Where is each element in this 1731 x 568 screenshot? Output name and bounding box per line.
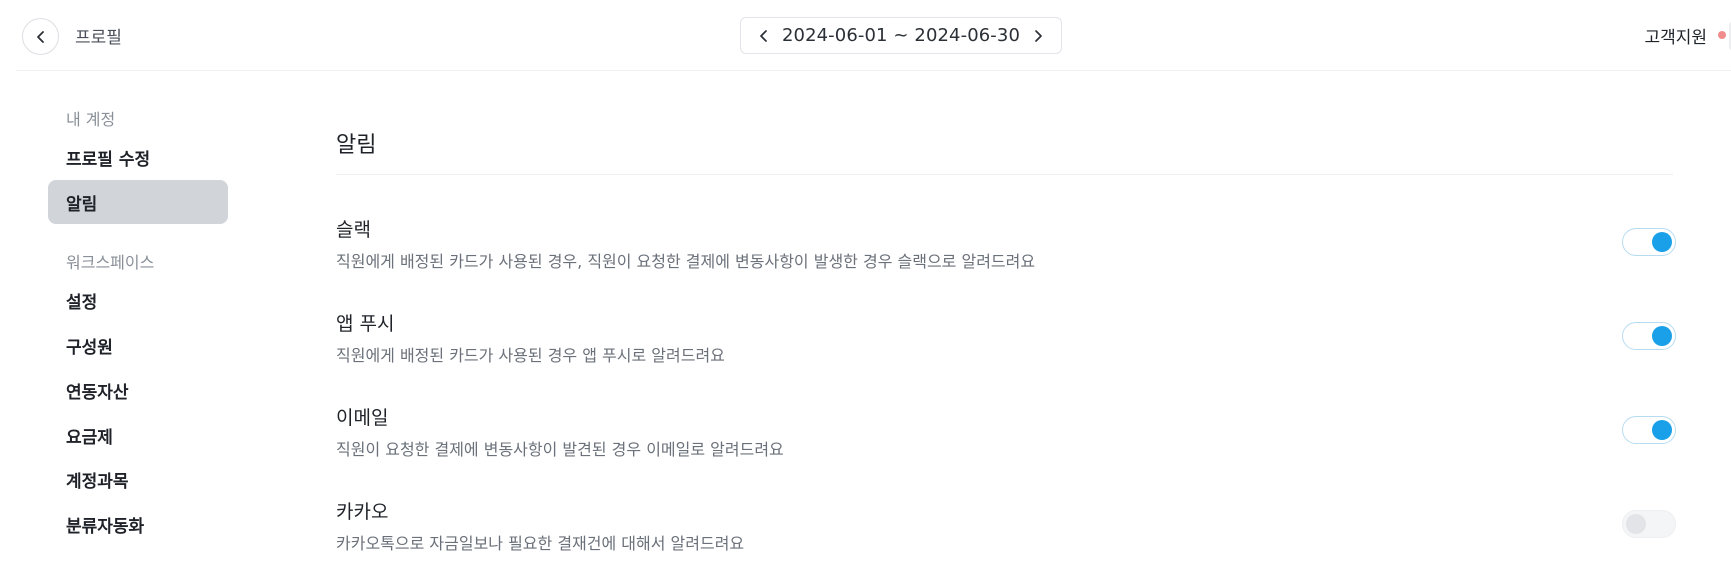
chevron-left-icon: [760, 29, 767, 42]
sidebar-item-settings[interactable]: 설정: [48, 278, 228, 322]
sidebar-group-workspace: 워크스페이스: [66, 253, 155, 272]
setting-row-kakao: 카카오 카카오톡으로 자금일보나 필요한 결재건에 대해서 알려드려요: [336, 497, 1676, 567]
slack-toggle[interactable]: [1622, 228, 1676, 256]
settings-page: 프로필 2024-06-01 ~ 2024-06-30 고객지원 내 계정 프로…: [0, 0, 1731, 568]
email-toggle[interactable]: [1622, 416, 1676, 444]
back-button[interactable]: [22, 18, 59, 55]
setting-title: 앱 푸시: [336, 313, 395, 335]
sidebar-item-account-codes[interactable]: 계정과목: [48, 457, 228, 501]
setting-title: 카카오: [336, 501, 389, 523]
sidebar-item-label: 알림: [66, 194, 98, 215]
sidebar-item-label: 분류자동화: [66, 516, 145, 537]
date-range-text[interactable]: 2024-06-01 ~ 2024-06-30: [782, 25, 1020, 46]
notification-settings-panel: 알림 슬랙 직원에게 배정된 카드가 사용된 경우, 직원이 요청한 결제에 변…: [336, 71, 1676, 568]
next-period-button[interactable]: [1027, 25, 1049, 47]
toggle-knob: [1652, 232, 1672, 252]
chevron-left-icon: [36, 30, 44, 43]
settings-sidebar: 내 계정 프로필 수정 알림 워크스페이스 설정 구성원 연동자산 요금제 계정…: [0, 71, 300, 568]
setting-row-email: 이메일 직원이 요청한 결제에 변동사항이 발견된 경우 이메일로 알려드려요: [336, 403, 1676, 473]
setting-row-slack: 슬랙 직원에게 배정된 카드가 사용된 경우, 직원이 요청한 결제에 변동사항…: [336, 215, 1676, 285]
app-push-toggle[interactable]: [1622, 322, 1676, 350]
section-divider: [336, 174, 1673, 175]
toggle-knob: [1652, 420, 1672, 440]
sidebar-item-label: 설정: [66, 292, 98, 313]
toggle-knob: [1652, 326, 1672, 346]
customer-support-link[interactable]: 고객지원: [1644, 23, 1707, 48]
page-title: 프로필: [75, 28, 122, 48]
setting-description: 직원이 요청한 결제에 변동사항이 발견된 경우 이메일로 알려드려요: [336, 440, 784, 459]
setting-row-app-push: 앱 푸시 직원에게 배정된 카드가 사용된 경우 앱 푸시로 알려드려요: [336, 309, 1676, 379]
sidebar-item-label: 연동자산: [66, 382, 129, 403]
chevron-right-icon: [1035, 29, 1042, 42]
setting-description: 카카오톡으로 자금일보나 필요한 결재건에 대해서 알려드려요: [336, 534, 745, 553]
prev-period-button[interactable]: [753, 25, 775, 47]
sidebar-group-account: 내 계정: [66, 110, 116, 129]
setting-title: 슬랙: [336, 219, 371, 241]
sidebar-item-pricing-plan[interactable]: 요금제: [48, 413, 228, 457]
setting-description: 직원에게 배정된 카드가 사용된 경우, 직원이 요청한 결제에 변동사항이 발…: [336, 252, 1036, 271]
setting-description: 직원에게 배정된 카드가 사용된 경우 앱 푸시로 알려드려요: [336, 346, 725, 365]
sidebar-item-profile-edit[interactable]: 프로필 수정: [48, 135, 228, 179]
sidebar-item-label: 프로필 수정: [66, 149, 151, 170]
sidebar-item-label: 구성원: [66, 337, 113, 358]
top-header: 프로필 2024-06-01 ~ 2024-06-30 고객지원: [16, 0, 1731, 71]
sidebar-item-auto-classification[interactable]: 분류자동화: [48, 502, 228, 546]
section-title: 알림: [336, 133, 377, 158]
setting-title: 이메일: [336, 407, 389, 429]
sidebar-item-label: 계정과목: [66, 471, 129, 492]
sidebar-item-notifications[interactable]: 알림: [48, 180, 228, 224]
kakao-toggle[interactable]: [1622, 510, 1676, 538]
notification-dot: [1718, 31, 1726, 39]
sidebar-item-linked-assets[interactable]: 연동자산: [48, 368, 228, 412]
sidebar-item-members[interactable]: 구성원: [48, 323, 228, 367]
toggle-knob: [1626, 514, 1646, 534]
date-range-picker: 2024-06-01 ~ 2024-06-30: [740, 17, 1062, 54]
sidebar-item-label: 요금제: [66, 427, 113, 448]
